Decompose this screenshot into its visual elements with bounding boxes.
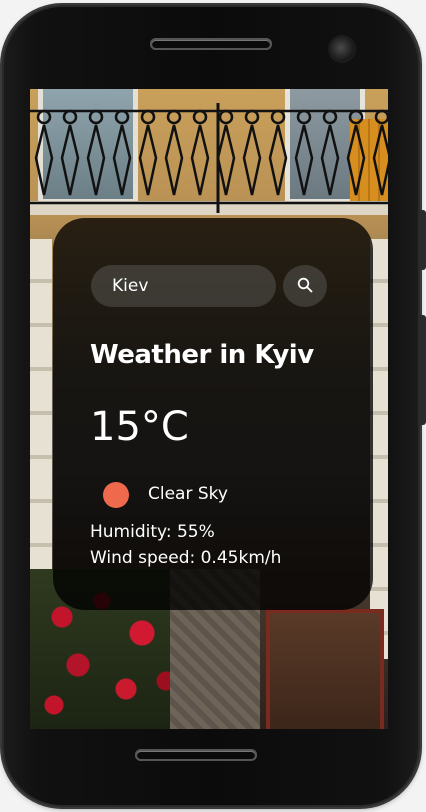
earpiece-speaker: [150, 38, 272, 50]
search-input[interactable]: [91, 265, 276, 307]
humidity-text: Humidity: 55%: [90, 522, 215, 542]
front-camera-icon: [330, 37, 354, 61]
search-icon: [297, 277, 313, 293]
background-railing: [30, 103, 388, 213]
city-title: Weather in Kyiv: [90, 340, 314, 370]
condition-text: Clear Sky: [148, 484, 228, 504]
background-door: [266, 609, 384, 729]
bottom-speaker: [135, 749, 257, 761]
weather-card: Weather in Kyiv 15°C Clear Sky Humidity:…: [53, 218, 373, 610]
search-button[interactable]: [283, 265, 327, 307]
wind-speed-text: Wind speed: 0.45km/h: [90, 548, 282, 568]
volume-button: [420, 210, 426, 270]
sun-icon: [103, 482, 129, 508]
temperature: 15°C: [90, 404, 189, 450]
power-button: [420, 315, 426, 425]
